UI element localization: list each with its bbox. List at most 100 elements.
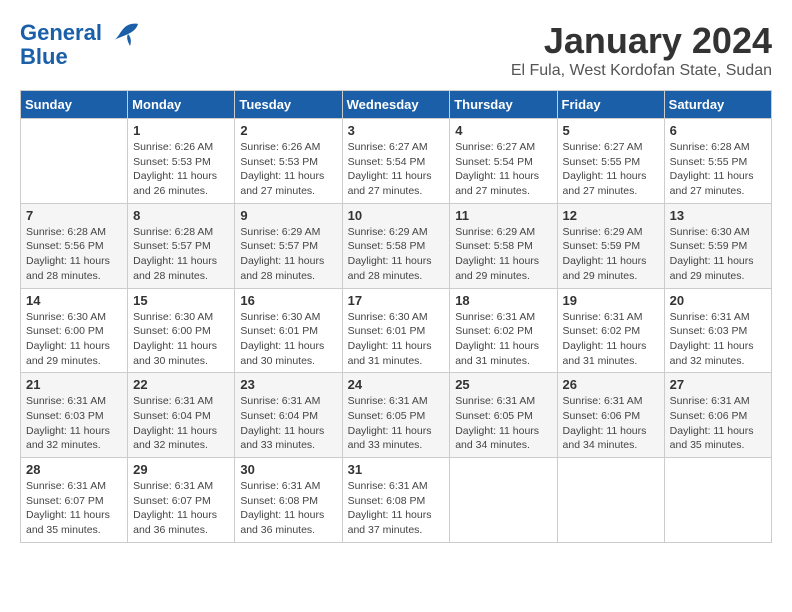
day-info: Sunrise: 6:27 AMSunset: 5:55 PMDaylight:…	[563, 140, 659, 199]
calendar-table: SundayMondayTuesdayWednesdayThursdayFrid…	[20, 90, 772, 543]
day-info: Sunrise: 6:31 AMSunset: 6:07 PMDaylight:…	[26, 479, 122, 538]
day-info: Sunrise: 6:29 AMSunset: 5:58 PMDaylight:…	[455, 225, 551, 284]
calendar-cell: 27Sunrise: 6:31 AMSunset: 6:06 PMDayligh…	[664, 373, 771, 458]
day-info: Sunrise: 6:31 AMSunset: 6:03 PMDaylight:…	[26, 394, 122, 453]
calendar-week-2: 14Sunrise: 6:30 AMSunset: 6:00 PMDayligh…	[21, 288, 772, 373]
calendar-week-1: 7 Sunrise: 6:28 AMSunset: 5:56 PMDaylight…	[21, 203, 772, 288]
day-info: Sunrise: 6:30 AMSunset: 6:01 PMDaylight:…	[240, 310, 336, 369]
day-number: 12	[563, 208, 659, 223]
day-info: Sunrise: 6:31 AMSunset: 6:04 PMDaylight:…	[133, 394, 229, 453]
calendar-cell: 4 Sunrise: 6:27 AMSunset: 5:54 PMDaylight…	[450, 119, 557, 204]
calendar-body: 1 Sunrise: 6:26 AMSunset: 5:53 PMDaylight…	[21, 119, 772, 543]
day-info: Sunrise: 6:31 AMSunset: 6:03 PMDaylight:…	[670, 310, 766, 369]
calendar-cell: 8Sunrise: 6:28 AMSunset: 5:57 PMDaylight…	[128, 203, 235, 288]
day-number: 29	[133, 462, 229, 477]
calendar-cell: 20 Sunrise: 6:31 AMSunset: 6:03 PMDayligh…	[664, 288, 771, 373]
day-number: 9	[240, 208, 336, 223]
day-info: Sunrise: 6:27 AMSunset: 5:54 PMDaylight:…	[455, 140, 551, 199]
day-number: 15	[133, 293, 229, 308]
calendar-cell: 6 Sunrise: 6:28 AMSunset: 5:55 PMDaylight…	[664, 119, 771, 204]
col-header-monday: Monday	[128, 91, 235, 119]
calendar-cell: 22Sunrise: 6:31 AMSunset: 6:04 PMDayligh…	[128, 373, 235, 458]
day-number: 28	[26, 462, 122, 477]
calendar-cell: 19Sunrise: 6:31 AMSunset: 6:02 PMDayligh…	[557, 288, 664, 373]
calendar-cell: 31 Sunrise: 6:31 AMSunset: 6:08 PMDayligh…	[342, 458, 450, 543]
day-number: 5	[563, 123, 659, 138]
calendar-week-4: 28 Sunrise: 6:31 AMSunset: 6:07 PMDayligh…	[21, 458, 772, 543]
day-info: Sunrise: 6:31 AMSunset: 6:05 PMDaylight:…	[348, 394, 445, 453]
day-number: 6	[670, 123, 766, 138]
day-info: Sunrise: 6:28 AMSunset: 5:55 PMDaylight:…	[670, 140, 766, 199]
logo-general: General	[20, 20, 102, 45]
calendar-week-3: 21 Sunrise: 6:31 AMSunset: 6:03 PMDayligh…	[21, 373, 772, 458]
calendar-cell: 26 Sunrise: 6:31 AMSunset: 6:06 PMDayligh…	[557, 373, 664, 458]
calendar-cell: 7 Sunrise: 6:28 AMSunset: 5:56 PMDaylight…	[21, 203, 128, 288]
location: El Fula, West Kordofan State, Sudan	[511, 62, 772, 80]
calendar-cell: 5 Sunrise: 6:27 AMSunset: 5:55 PMDaylight…	[557, 119, 664, 204]
day-number: 11	[455, 208, 551, 223]
day-number: 30	[240, 462, 336, 477]
col-header-tuesday: Tuesday	[235, 91, 342, 119]
logo: General Blue	[20, 20, 142, 70]
day-info: Sunrise: 6:30 AMSunset: 5:59 PMDaylight:…	[670, 225, 766, 284]
day-info: Sunrise: 6:26 AMSunset: 5:53 PMDaylight:…	[240, 140, 336, 199]
calendar-cell: 28 Sunrise: 6:31 AMSunset: 6:07 PMDayligh…	[21, 458, 128, 543]
calendar-cell: 2Sunrise: 6:26 AMSunset: 5:53 PMDaylight…	[235, 119, 342, 204]
day-number: 24	[348, 377, 445, 392]
day-number: 27	[670, 377, 766, 392]
col-header-wednesday: Wednesday	[342, 91, 450, 119]
calendar-cell	[557, 458, 664, 543]
calendar-cell: 29Sunrise: 6:31 AMSunset: 6:07 PMDayligh…	[128, 458, 235, 543]
day-number: 18	[455, 293, 551, 308]
day-number: 10	[348, 208, 445, 223]
calendar-week-0: 1 Sunrise: 6:26 AMSunset: 5:53 PMDaylight…	[21, 119, 772, 204]
calendar-cell: 18 Sunrise: 6:31 AMSunset: 6:02 PMDayligh…	[450, 288, 557, 373]
day-number: 19	[563, 293, 659, 308]
calendar-cell: 12 Sunrise: 6:29 AMSunset: 5:59 PMDayligh…	[557, 203, 664, 288]
day-number: 20	[670, 293, 766, 308]
day-number: 13	[670, 208, 766, 223]
page-header: General Blue January 2024 El Fula, West …	[20, 20, 772, 80]
calendar-cell	[21, 119, 128, 204]
day-number: 3	[348, 123, 445, 138]
day-number: 31	[348, 462, 445, 477]
day-info: Sunrise: 6:29 AMSunset: 5:57 PMDaylight:…	[240, 225, 336, 284]
day-number: 17	[348, 293, 445, 308]
day-info: Sunrise: 6:31 AMSunset: 6:04 PMDaylight:…	[240, 394, 336, 453]
col-header-friday: Friday	[557, 91, 664, 119]
calendar-cell: 14Sunrise: 6:30 AMSunset: 6:00 PMDayligh…	[21, 288, 128, 373]
calendar-cell: 17Sunrise: 6:30 AMSunset: 6:01 PMDayligh…	[342, 288, 450, 373]
day-info: Sunrise: 6:28 AMSunset: 5:56 PMDaylight:…	[26, 225, 122, 284]
calendar-cell: 13 Sunrise: 6:30 AMSunset: 5:59 PMDayligh…	[664, 203, 771, 288]
day-info: Sunrise: 6:31 AMSunset: 6:06 PMDaylight:…	[563, 394, 659, 453]
day-info: Sunrise: 6:31 AMSunset: 6:02 PMDaylight:…	[455, 310, 551, 369]
day-info: Sunrise: 6:29 AMSunset: 5:59 PMDaylight:…	[563, 225, 659, 284]
col-header-saturday: Saturday	[664, 91, 771, 119]
calendar-cell: 21 Sunrise: 6:31 AMSunset: 6:03 PMDayligh…	[21, 373, 128, 458]
month-title: January 2024	[511, 20, 772, 62]
day-number: 23	[240, 377, 336, 392]
day-number: 4	[455, 123, 551, 138]
calendar-cell	[450, 458, 557, 543]
calendar-cell	[664, 458, 771, 543]
col-header-thursday: Thursday	[450, 91, 557, 119]
day-info: Sunrise: 6:29 AMSunset: 5:58 PMDaylight:…	[348, 225, 445, 284]
day-info: Sunrise: 6:28 AMSunset: 5:57 PMDaylight:…	[133, 225, 229, 284]
day-info: Sunrise: 6:27 AMSunset: 5:54 PMDaylight:…	[348, 140, 445, 199]
day-number: 1	[133, 123, 229, 138]
day-info: Sunrise: 6:26 AMSunset: 5:53 PMDaylight:…	[133, 140, 229, 199]
calendar-cell: 24 Sunrise: 6:31 AMSunset: 6:05 PMDayligh…	[342, 373, 450, 458]
day-info: Sunrise: 6:30 AMSunset: 6:00 PMDaylight:…	[133, 310, 229, 369]
day-number: 21	[26, 377, 122, 392]
calendar-cell: 9 Sunrise: 6:29 AMSunset: 5:57 PMDaylight…	[235, 203, 342, 288]
calendar-cell: 1 Sunrise: 6:26 AMSunset: 5:53 PMDaylight…	[128, 119, 235, 204]
title-block: January 2024 El Fula, West Kordofan Stat…	[511, 20, 772, 80]
calendar-cell: 23 Sunrise: 6:31 AMSunset: 6:04 PMDayligh…	[235, 373, 342, 458]
day-info: Sunrise: 6:31 AMSunset: 6:08 PMDaylight:…	[348, 479, 445, 538]
col-header-sunday: Sunday	[21, 91, 128, 119]
calendar-cell: 11 Sunrise: 6:29 AMSunset: 5:58 PMDayligh…	[450, 203, 557, 288]
day-number: 26	[563, 377, 659, 392]
calendar-cell: 3 Sunrise: 6:27 AMSunset: 5:54 PMDaylight…	[342, 119, 450, 204]
calendar-cell: 25Sunrise: 6:31 AMSunset: 6:05 PMDayligh…	[450, 373, 557, 458]
day-number: 7	[26, 208, 122, 223]
